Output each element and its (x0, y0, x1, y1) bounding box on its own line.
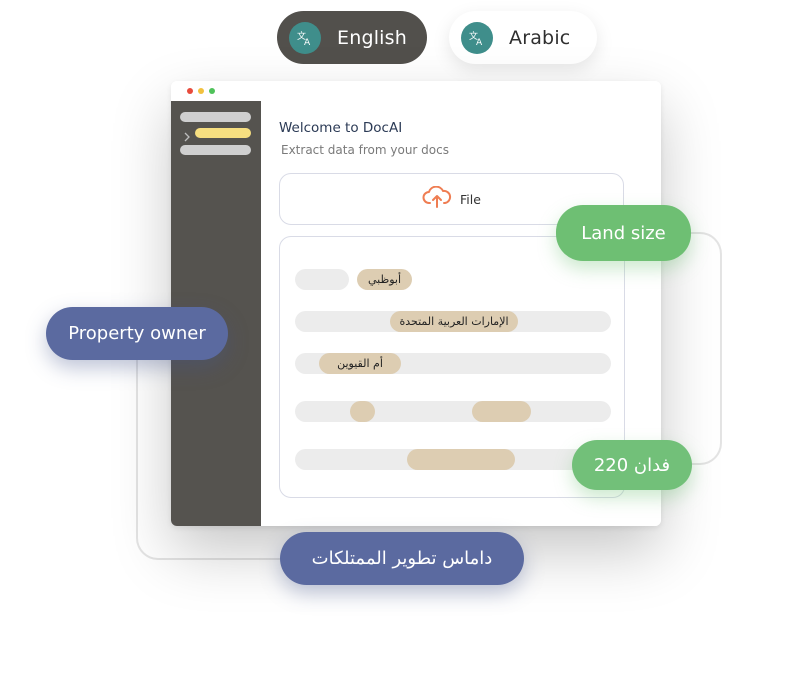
extracted-value-chip: أبوظبي (357, 269, 412, 290)
placeholder-bar (295, 269, 349, 290)
minimize-dot[interactable] (198, 88, 204, 94)
sidebar-item[interactable] (180, 145, 251, 155)
placeholder-chip (472, 401, 531, 422)
land-size-tag: Land size (556, 205, 691, 261)
extracted-value-chip: الإمارات العربية المتحدة (390, 311, 518, 332)
language-arabic-label: Arabic (509, 26, 571, 49)
property-owner-value-tag: داماس تطوير الممتلكات (280, 532, 524, 585)
property-owner-tag: Property owner (46, 307, 228, 360)
language-english-label: English (337, 26, 408, 49)
maximize-dot[interactable] (209, 88, 215, 94)
sidebar-item-active[interactable] (195, 128, 251, 138)
chevron-right-icon (183, 127, 191, 146)
language-english-button[interactable]: 文A English (277, 11, 427, 64)
translate-icon: 文A (461, 21, 493, 54)
sidebar-item[interactable] (180, 112, 251, 122)
placeholder-chip (350, 401, 375, 422)
placeholder-chip (407, 449, 515, 470)
land-size-value-tag: 220 فدان (572, 440, 692, 490)
close-dot[interactable] (187, 88, 193, 94)
placeholder-bar (295, 401, 611, 422)
connector-land-size (660, 232, 722, 465)
page-subtitle: Extract data from your docs (281, 143, 449, 157)
window-titlebar (171, 81, 661, 102)
svg-text:A: A (304, 38, 311, 47)
file-upload-label: File (460, 191, 481, 207)
translate-icon: 文A (289, 21, 321, 54)
svg-text:A: A (476, 38, 483, 47)
page-title: Welcome to DocAI (279, 120, 403, 136)
language-arabic-button[interactable]: 文A Arabic (449, 11, 597, 64)
extracted-value-chip: أم القيوين (319, 353, 401, 374)
cloud-upload-icon (422, 185, 452, 212)
